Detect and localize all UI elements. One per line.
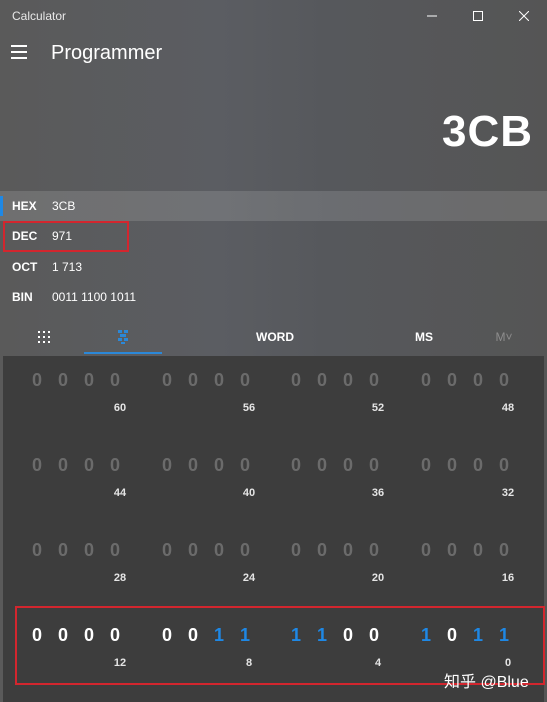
bit-toggle[interactable]: 0	[236, 540, 254, 561]
bit-toggle[interactable]: 0	[106, 370, 124, 391]
bit-toggle[interactable]: 0	[469, 370, 487, 391]
bit-position-label: 20	[371, 572, 385, 584]
bit-toggle[interactable]: 0	[313, 455, 331, 476]
bit-toggle[interactable]: 0	[184, 455, 202, 476]
bit-toggle[interactable]: 0	[417, 455, 435, 476]
bit-toggle[interactable]: 0	[365, 370, 383, 391]
memory-list-button: M˅	[495, 330, 513, 344]
app-title: Calculator	[12, 9, 67, 23]
bit-toggle[interactable]: 0	[443, 370, 461, 391]
bit-toggle[interactable]: 0	[495, 540, 513, 561]
bit-toggle[interactable]: 0	[54, 540, 72, 561]
bit-toggle[interactable]: 0	[443, 455, 461, 476]
bit-toggle[interactable]: 0	[287, 455, 305, 476]
radix-label-hex: HEX	[12, 199, 37, 213]
bit-toggle[interactable]: 0	[313, 370, 331, 391]
bit-toggle[interactable]: 0	[417, 370, 435, 391]
bit-toggle[interactable]: 0	[417, 540, 435, 561]
bit-toggle[interactable]: 0	[339, 540, 357, 561]
watermark: 知乎 @Blue	[444, 674, 529, 691]
bit-position-label: 28	[113, 572, 127, 584]
bit-toggle[interactable]: 0	[184, 370, 202, 391]
bit-toggle[interactable]: 0	[339, 370, 357, 391]
bit-toggle[interactable]: 0	[28, 540, 46, 561]
bit-toggle[interactable]: 0	[287, 370, 305, 391]
bit-toggle[interactable]: 0	[158, 370, 176, 391]
bit-toggle[interactable]: 0	[54, 455, 72, 476]
bit-position-label: 44	[113, 487, 127, 499]
radix-value-oct: 1 713	[52, 260, 83, 274]
bit-toggling-keypad-button[interactable]	[84, 322, 162, 354]
bit-toggle[interactable]: 0	[313, 540, 331, 561]
word-size-button[interactable]: WORD	[230, 322, 320, 352]
bit-position-label: 56	[242, 402, 256, 414]
maximize-icon	[473, 11, 483, 21]
bit-position-label: 32	[501, 487, 515, 499]
bit-toggle[interactable]: 0	[495, 455, 513, 476]
bit-toggle[interactable]: 0	[469, 540, 487, 561]
bit-toggle-icon	[118, 330, 128, 344]
bit-toggle[interactable]: 0	[80, 455, 98, 476]
bit-toggle[interactable]: 0	[210, 455, 228, 476]
selection-indicator	[0, 196, 3, 216]
bit-toggle[interactable]: 0	[365, 455, 383, 476]
maximize-button[interactable]	[455, 0, 501, 32]
radix-label-oct: OCT	[12, 260, 38, 274]
bit-toggle[interactable]: 0	[158, 455, 176, 476]
bit-toggle[interactable]: 0	[495, 370, 513, 391]
full-keypad-button[interactable]	[30, 322, 58, 352]
result-display: 3CB	[441, 107, 533, 156]
minimize-button[interactable]	[409, 0, 455, 32]
bit-toggle[interactable]: 0	[106, 540, 124, 561]
dec-highlight-box	[3, 221, 129, 252]
title-bar: Calculator	[0, 0, 547, 32]
radix-value-bin: 0011 1100 1011	[52, 290, 137, 304]
bit-toggle[interactable]: 0	[28, 455, 46, 476]
bit-position-label: 52	[371, 402, 385, 414]
bit-toggle[interactable]: 0	[236, 370, 254, 391]
minimize-icon	[427, 15, 437, 17]
bit-toggle[interactable]: 0	[339, 455, 357, 476]
active-tab-underline	[84, 352, 162, 354]
mode-title: Programmer	[51, 42, 163, 64]
bit-toggle[interactable]: 0	[210, 370, 228, 391]
radix-hex-row[interactable]: HEX 3CB	[0, 191, 547, 221]
memory-store-button[interactable]: MS	[400, 322, 448, 352]
bit-toggle[interactable]: 0	[80, 540, 98, 561]
bit-position-label: 60	[113, 402, 127, 414]
bit-toggle[interactable]: 0	[469, 455, 487, 476]
close-button[interactable]	[501, 0, 547, 32]
bit-toggle[interactable]: 0	[443, 540, 461, 561]
bit-position-label: 24	[242, 572, 256, 584]
programmer-toolbar: WORD MS M˅	[0, 322, 547, 354]
radix-label-bin: BIN	[12, 290, 33, 304]
bit-toggle[interactable]: 0	[80, 370, 98, 391]
bit-position-label: 48	[501, 402, 515, 414]
bit-toggle[interactable]: 0	[158, 540, 176, 561]
bit-toggle[interactable]: 0	[54, 370, 72, 391]
hamburger-menu-icon[interactable]	[8, 40, 32, 64]
bit-toggle[interactable]: 0	[184, 540, 202, 561]
bit-toggle[interactable]: 0	[28, 370, 46, 391]
radix-bin-row[interactable]: BIN 0011 1100 1011	[0, 282, 547, 312]
bit-position-label: 16	[501, 572, 515, 584]
bit-position-label: 36	[371, 487, 385, 499]
bit-toggle[interactable]: 0	[210, 540, 228, 561]
bit-toggle[interactable]: 0	[236, 455, 254, 476]
bit-position-label: 40	[242, 487, 256, 499]
close-icon	[519, 11, 529, 21]
radix-value-hex: 3CB	[52, 199, 76, 213]
bit-toggle[interactable]: 0	[365, 540, 383, 561]
keypad-grid-icon	[38, 331, 50, 343]
radix-oct-row[interactable]: OCT 1 713	[0, 252, 547, 282]
bit-toggle[interactable]: 0	[106, 455, 124, 476]
bit-toggle[interactable]: 0	[287, 540, 305, 561]
